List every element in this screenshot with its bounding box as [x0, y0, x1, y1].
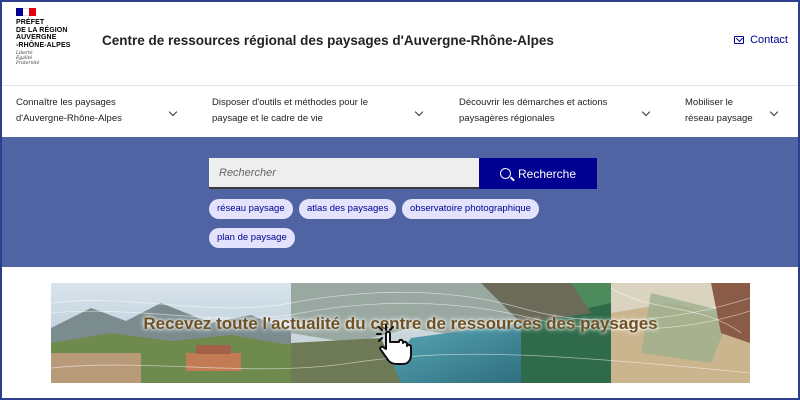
nav-item-label: paysage et le cadre de vie: [212, 113, 323, 124]
nav-item-decouvrir[interactable]: Découvrir les démarches et actions paysa…: [459, 95, 607, 127]
nav-item-label: Disposer d'outils et méthodes pour le: [212, 97, 369, 108]
logo-motto: Liberté Égalité Fraternité: [16, 51, 88, 66]
newsletter-banner[interactable]: Recevez toute l'actualité du centre de r…: [51, 283, 750, 383]
tag-observatoire-photographique[interactable]: observatoire photographique: [402, 199, 539, 219]
site-title[interactable]: Centre de ressources régional des paysag…: [102, 33, 554, 48]
search-band: Recherche réseau paysage atlas des paysa…: [2, 137, 798, 267]
search-button-label: Recherche: [517, 166, 577, 181]
chevron-down-icon[interactable]: [414, 107, 424, 117]
logo-line: AUVERGNE: [16, 34, 57, 41]
contact-label: Contact: [750, 34, 788, 46]
logo-line: DE LA RÉGION: [16, 26, 68, 34]
search-icon: [499, 168, 511, 179]
nav-item-disposer[interactable]: Disposer d'outils et méthodes pour le pa…: [212, 95, 368, 127]
mail-icon: [734, 36, 745, 44]
logo-line: -RHÔNE-ALPES: [16, 41, 71, 49]
search-input[interactable]: [209, 158, 479, 189]
tag-plan-de-paysage[interactable]: plan de paysage: [209, 228, 295, 248]
site-header: PRÉFET DE LA RÉGION AUVERGNE -RHÔNE-ALPE…: [2, 2, 798, 86]
chevron-down-icon[interactable]: [641, 107, 651, 117]
nav-item-label: réseau paysage: [685, 113, 753, 124]
tag-reseau-paysage[interactable]: réseau paysage: [209, 199, 293, 219]
chevron-down-icon[interactable]: [769, 107, 779, 117]
french-flag-icon: [16, 8, 37, 16]
nav-item-label: paysagères régionales: [459, 113, 555, 124]
motto-line: Fraternité: [16, 61, 40, 66]
click-hand-icon: [376, 324, 412, 365]
logo-line: PRÉFET: [16, 19, 45, 26]
nav-item-connaitre[interactable]: Connaître les paysages d'Auvergne-Rhône-…: [16, 95, 122, 127]
nav-item-label: Connaître les paysages: [16, 97, 116, 108]
chevron-down-icon[interactable]: [168, 107, 178, 117]
nav-item-label: Mobiliser le: [685, 97, 734, 108]
main-nav: Connaître les paysages d'Auvergne-Rhône-…: [2, 87, 798, 137]
nav-item-label: d'Auvergne-Rhône-Alpes: [16, 113, 122, 124]
contact-link[interactable]: Contact: [734, 34, 788, 46]
nav-item-label: Découvrir les démarches et actions: [459, 97, 608, 108]
tag-atlas-des-paysages[interactable]: atlas des paysages: [299, 199, 397, 219]
prefet-logo[interactable]: PRÉFET DE LA RÉGION AUVERGNE -RHÔNE-ALPE…: [16, 8, 88, 66]
search-button[interactable]: Recherche: [479, 158, 597, 189]
nav-item-mobiliser[interactable]: Mobiliser le réseau paysage: [685, 95, 753, 127]
